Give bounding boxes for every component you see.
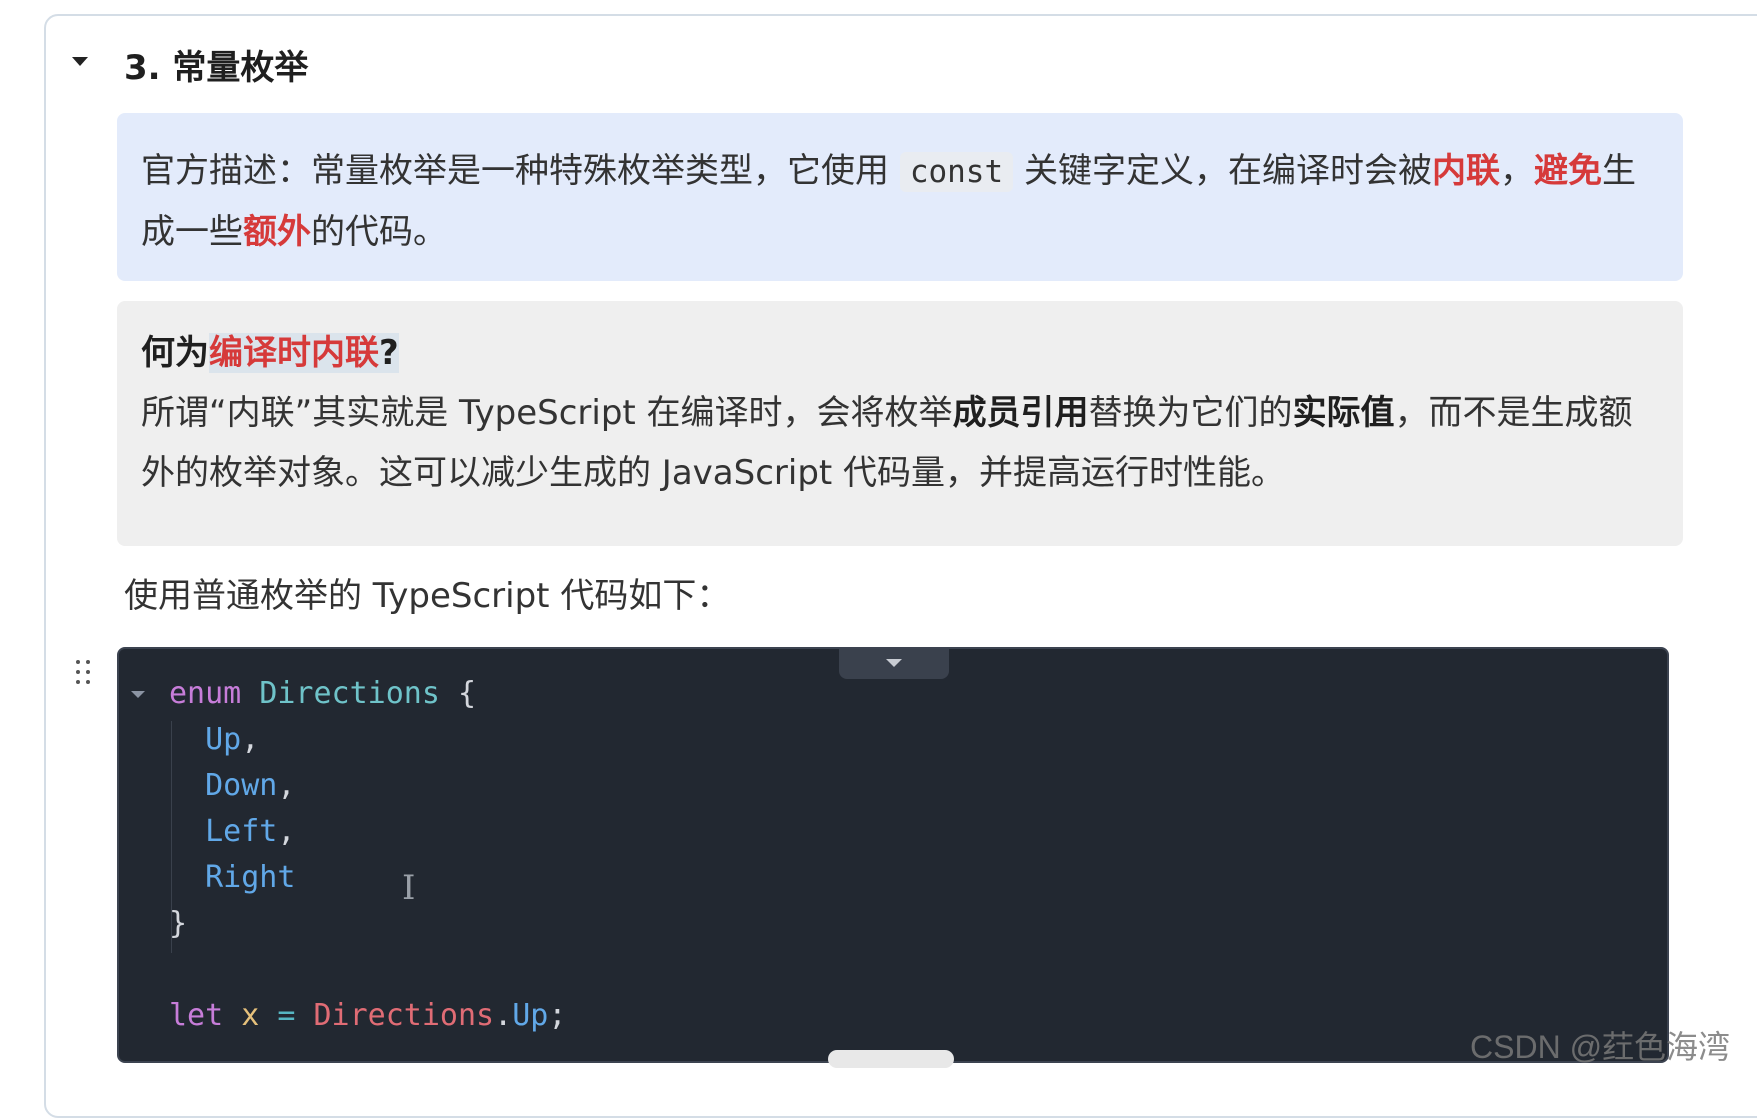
question-highlight: 编译时内联 — [209, 333, 379, 373]
inline-code-const: const — [899, 152, 1014, 192]
code-keyword-enum: enum — [169, 676, 242, 711]
explanation-text: 替换为它们的 — [1088, 393, 1293, 433]
highlight-avoid: 避免 — [1533, 151, 1602, 191]
question-suffix: ? — [379, 333, 399, 373]
code-collapse-button[interactable] — [839, 649, 949, 679]
question-title: 何为编译时内联? — [141, 325, 399, 381]
code-property: Up — [512, 998, 549, 1033]
explanation-text: 所谓“内联”其实就是 TypeScript 在编译时，会将枚举 — [141, 393, 953, 433]
collapse-toggle-icon[interactable] — [72, 57, 88, 66]
code-member: Down — [205, 768, 278, 803]
code-dot: . — [494, 998, 513, 1033]
text-cursor-icon: I — [402, 868, 416, 908]
horizontal-scrollbar[interactable] — [828, 1050, 954, 1068]
code-close-brace: } — [169, 906, 188, 941]
drag-handle-icon[interactable] — [74, 660, 94, 692]
code-block[interactable]: enum Directions { Up, Down, Left, Right … — [117, 647, 1669, 1063]
callout-text: 的代码。 — [311, 212, 447, 252]
code-keyword-let: let — [169, 998, 224, 1033]
highlight-inline: 内联 — [1431, 151, 1500, 191]
explanation-callout: 何为编译时内联? 所谓“内联”其实就是 TypeScript 在编译时，会将枚举… — [117, 301, 1683, 546]
code-member: Left — [205, 814, 278, 849]
code-variable: x — [241, 998, 260, 1033]
fold-arrow-icon[interactable] — [131, 691, 145, 698]
code-operator: = — [277, 998, 296, 1033]
intro-paragraph: 使用普通枚举的 TypeScript 代码如下： — [124, 576, 731, 616]
bold-member-ref: 成员引用 — [952, 393, 1089, 433]
callout-text: 官方描述：常量枚举是一种特殊枚举类型，它使用 — [141, 151, 889, 191]
code-semicolon: ; — [548, 998, 567, 1033]
code-member: Right — [205, 860, 296, 895]
code-member: Up — [205, 722, 242, 757]
callout-text: 关键字定义，在编译时会被 — [1023, 151, 1432, 191]
watermark: CSDN @荭色海湾 — [1470, 1029, 1731, 1065]
section-heading: 3. 常量枚举 — [124, 48, 309, 88]
code-open-brace: { — [458, 676, 477, 711]
callout-text: ， — [1499, 151, 1534, 191]
question-prefix: 何为 — [141, 333, 209, 373]
code-object-ref: Directions — [313, 998, 495, 1033]
code-content[interactable]: enum Directions { Up, Down, Left, Right … — [169, 671, 566, 1039]
official-description-callout: 官方描述：常量枚举是一种特殊枚举类型，它使用 const 关键字定义，在编译时会… — [117, 113, 1683, 281]
bold-actual-value: 实际值 — [1292, 393, 1395, 433]
highlight-extra: 额外 — [243, 212, 311, 252]
code-type-name: Directions — [259, 676, 440, 711]
explanation-paragraph: 所谓“内联”其实就是 TypeScript 在编译时，会将枚举成员引用替换为它们… — [141, 383, 1659, 503]
